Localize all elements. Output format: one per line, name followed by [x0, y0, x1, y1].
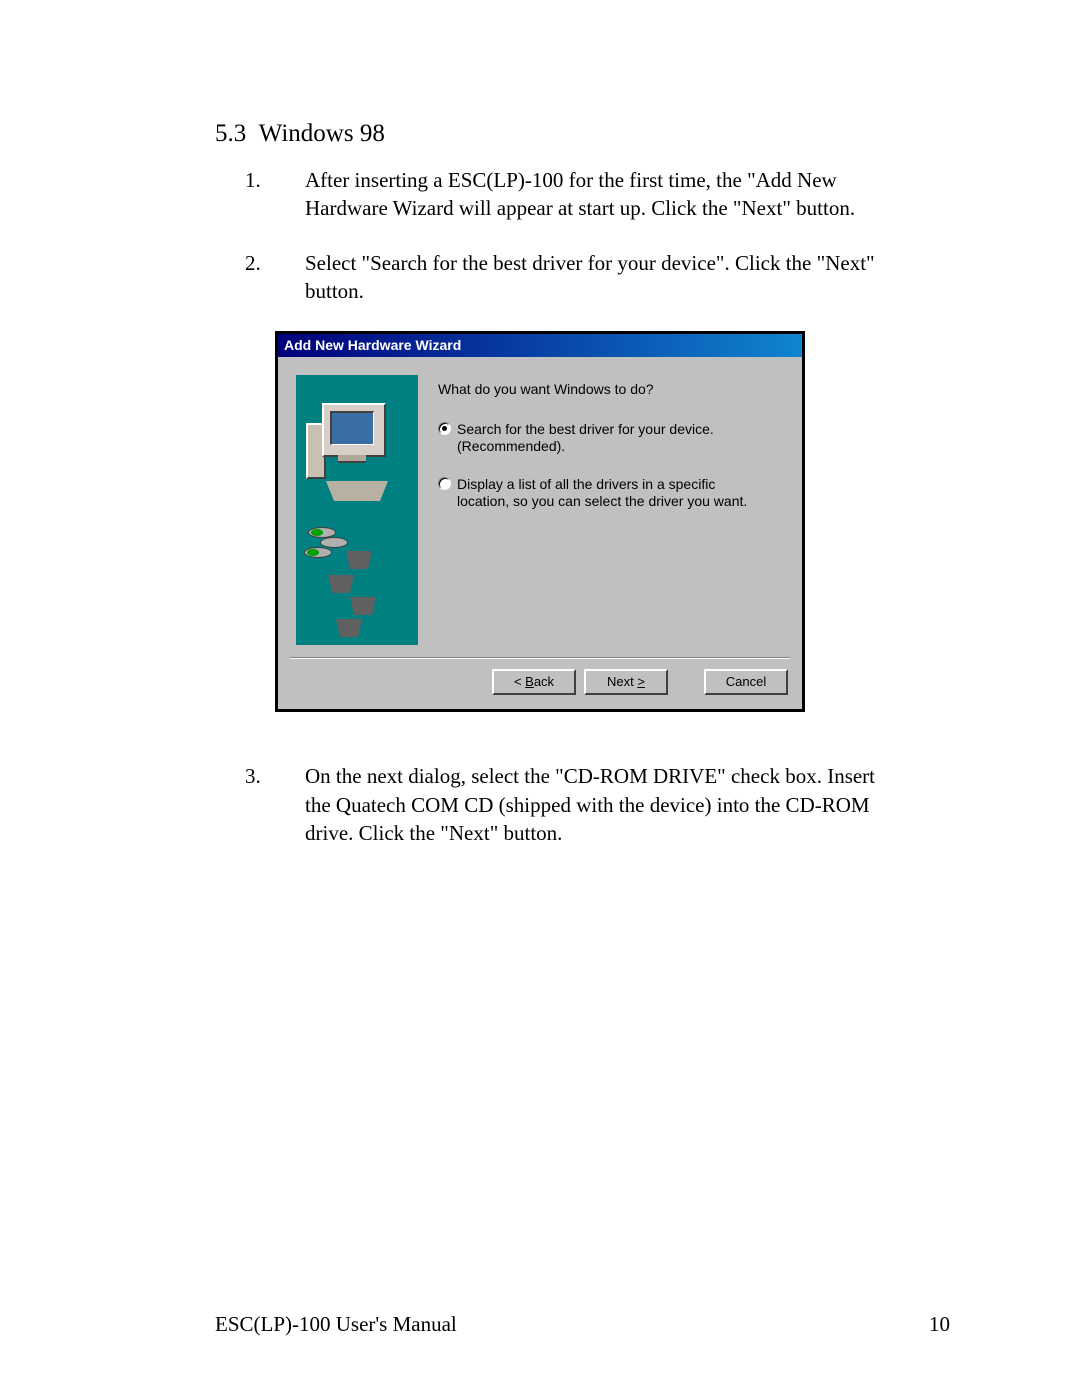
step-number: 2.: [245, 249, 305, 306]
radio-option-search[interactable]: Search for the best driver for your devi…: [438, 421, 784, 456]
dialog-button-row: < Back Next > Cancel: [278, 659, 802, 709]
keyboard-icon: [326, 481, 388, 501]
dialog-titlebar: Add New Hardware Wizard: [278, 334, 802, 357]
dialog-body: What do you want Windows to do? Search f…: [278, 357, 802, 657]
section-title: Windows 98: [259, 120, 385, 147]
floppy-icon: [350, 597, 376, 615]
floppy-icon: [336, 619, 362, 637]
radio-label: Search for the best driver for your devi…: [457, 421, 784, 456]
radio-icon: [438, 477, 451, 490]
radio-label: Display a list of all the drivers in a s…: [457, 476, 784, 511]
radio-option-list[interactable]: Display a list of all the drivers in a s…: [438, 476, 784, 511]
step-item: 3. On the next dialog, select the "CD-RO…: [245, 762, 950, 847]
cancel-button[interactable]: Cancel: [704, 669, 788, 695]
cd-icon: [304, 547, 332, 558]
step-item: 1. After inserting a ESC(LP)-100 for the…: [245, 166, 950, 223]
page-footer: ESC(LP)-100 User's Manual 10: [215, 1312, 950, 1337]
footer-title: ESC(LP)-100 User's Manual: [215, 1312, 457, 1337]
step-text: On the next dialog, select the "CD-ROM D…: [305, 762, 950, 847]
step-list-continued: 3. On the next dialog, select the "CD-RO…: [215, 762, 950, 847]
monitor-icon: [322, 403, 386, 457]
step-number: 3.: [245, 762, 305, 847]
page-number: 10: [929, 1312, 950, 1337]
step-text: After inserting a ESC(LP)-100 for the fi…: [305, 166, 950, 223]
section-number: 5.3: [215, 120, 246, 147]
wizard-graphic: [296, 375, 418, 645]
dialog-prompt: What do you want Windows to do?: [438, 381, 784, 399]
step-item: 2. Select "Search for the best driver fo…: [245, 249, 950, 306]
section-heading: 5.3 Windows 98: [215, 120, 950, 148]
floppy-icon: [346, 551, 372, 569]
step-text: Select "Search for the best driver for y…: [305, 249, 950, 306]
wizard-dialog: Add New Hardware Wizard: [278, 334, 802, 709]
floppy-icon: [328, 575, 354, 593]
radio-icon: [438, 422, 451, 435]
next-button[interactable]: Next >: [584, 669, 668, 695]
wizard-content: What do you want Windows to do? Search f…: [418, 375, 784, 645]
monitor-stand-icon: [338, 455, 366, 463]
back-button[interactable]: < Back: [492, 669, 576, 695]
monitor-screen-icon: [330, 411, 374, 445]
step-list: 1. After inserting a ESC(LP)-100 for the…: [215, 166, 950, 305]
step-number: 1.: [245, 166, 305, 223]
screenshot-dialog: Add New Hardware Wizard: [275, 331, 805, 712]
